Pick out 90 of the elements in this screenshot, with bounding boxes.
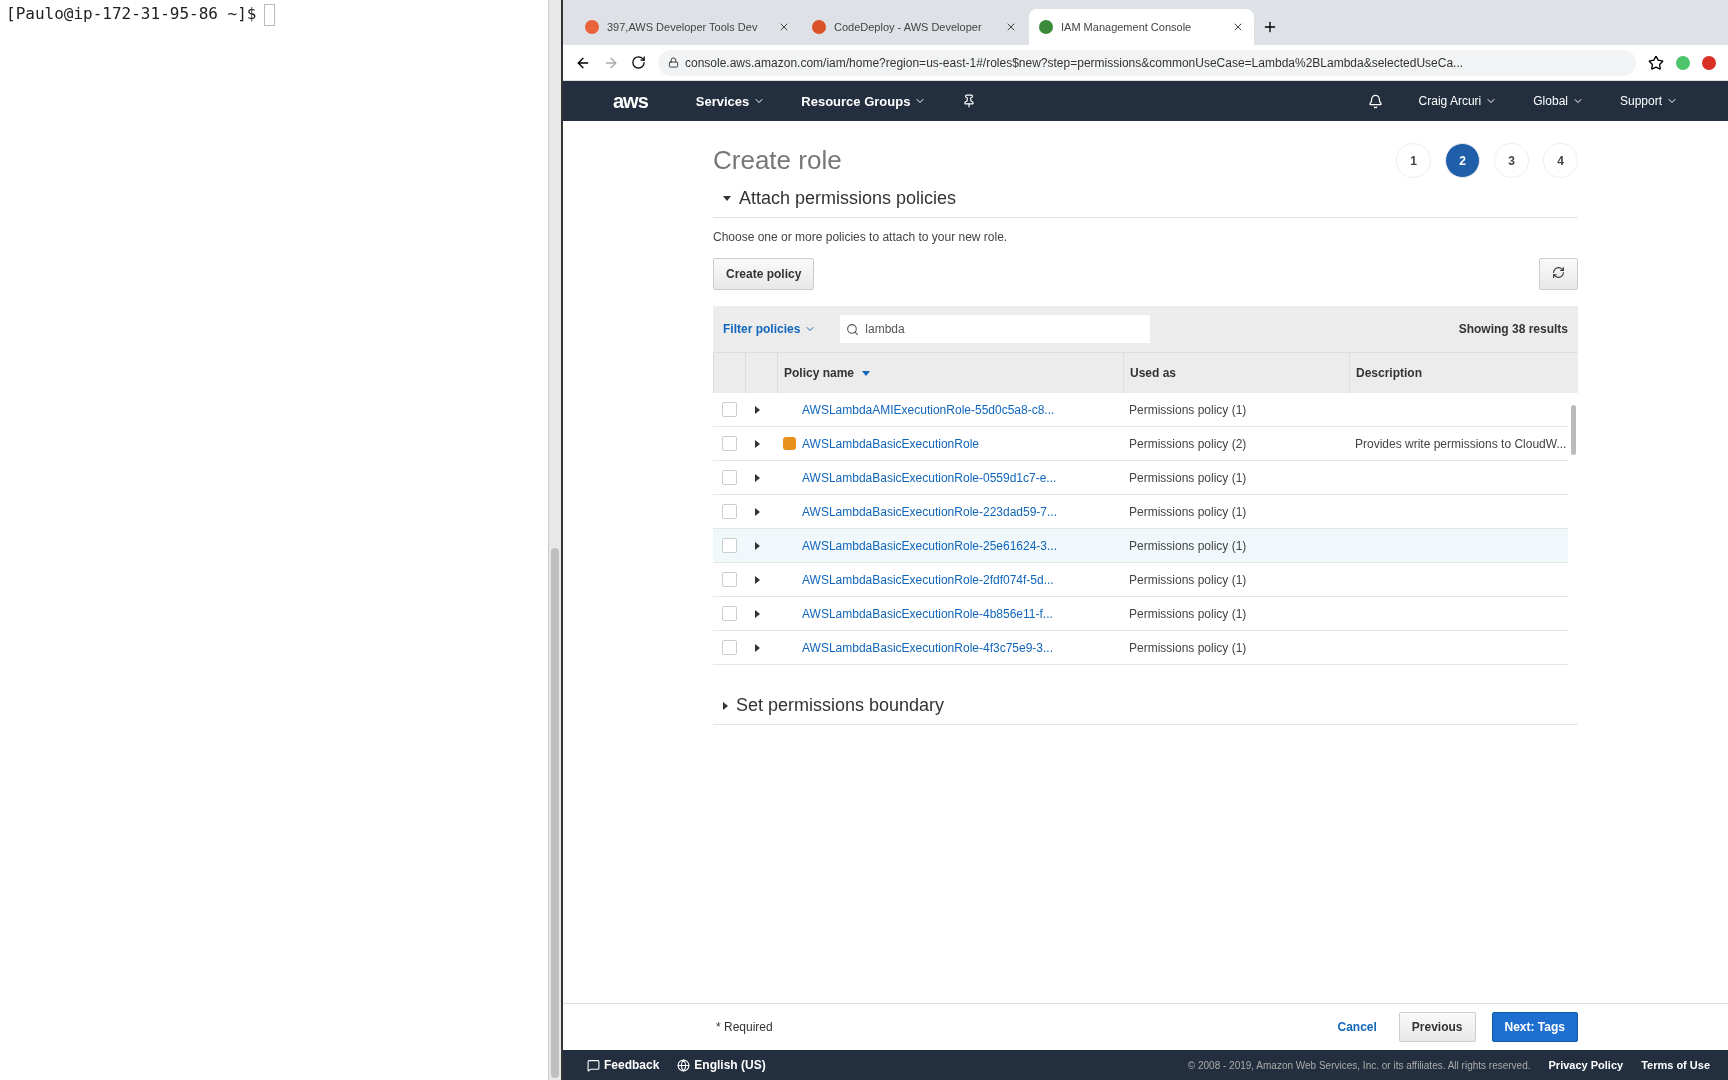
row-checkbox[interactable]: [722, 572, 737, 587]
expand-icon[interactable]: [755, 507, 760, 516]
logo[interactable]: aws: [613, 89, 648, 113]
row-checkbox[interactable]: [722, 402, 737, 417]
scrollbar[interactable]: [1570, 405, 1576, 455]
page-title: Create role: [713, 145, 842, 176]
footer-link[interactable]: Privacy Policy: [1548, 1059, 1624, 1071]
row-checkbox[interactable]: [722, 538, 737, 553]
expand-icon[interactable]: [755, 473, 760, 482]
step-indicator: 2: [1445, 143, 1480, 178]
expand-icon[interactable]: [755, 575, 760, 584]
expand-icon[interactable]: [755, 609, 760, 618]
nav-menu[interactable]: Resource Groups: [801, 93, 927, 109]
required-note: * Required: [716, 1020, 773, 1034]
row-checkbox[interactable]: [722, 470, 737, 485]
expand-icon[interactable]: [755, 643, 760, 652]
site-icon: [812, 20, 826, 34]
lock-icon: [668, 57, 679, 68]
next-button[interactable]: Next: Tags: [1491, 1012, 1578, 1042]
row-checkbox[interactable]: [722, 504, 737, 519]
table-cell-text: Permissions policy (1): [1128, 538, 1248, 553]
site-icon: [1039, 20, 1053, 34]
globe-icon: [677, 1058, 691, 1072]
chat-icon: [587, 1058, 600, 1072]
browser-tab[interactable]: 397,AWS Developer Tools Dev: [575, 9, 800, 45]
policy-link[interactable]: AWSLambdaBasicExecutionRole-4b856e11-f...: [802, 606, 1053, 621]
table-cell-text: Permissions policy (1): [1128, 606, 1248, 621]
policy-link[interactable]: AWSLambdaBasicExecutionRole: [802, 436, 979, 451]
scrollbar[interactable]: [548, 0, 561, 1080]
caret-icon: [723, 196, 731, 201]
row-checkbox[interactable]: [722, 606, 737, 621]
close-icon[interactable]: [1232, 21, 1244, 33]
table-row[interactable]: AWSLambdaBasicExecutionRole-25e61624-3... Permissions policy (1): [713, 529, 1568, 563]
table-cell-text: Permissions policy (1): [1128, 640, 1248, 655]
close-icon[interactable]: [1005, 21, 1017, 33]
search-icon: [846, 322, 860, 336]
results-count: Showing 38 results: [1458, 322, 1568, 336]
star-icon[interactable]: [1648, 54, 1664, 71]
policy-link[interactable]: AWSLambdaBasicExecutionRole-223dad59-7...: [802, 504, 1058, 519]
nav-menu[interactable]: Global: [1533, 94, 1584, 108]
step-indicator: 1: [1396, 143, 1431, 178]
reload-icon[interactable]: [631, 55, 646, 70]
filter-dropdown[interactable]: Filter policies: [723, 322, 817, 336]
table-cell-text: Permissions policy (1): [1128, 402, 1248, 417]
copyright-text: © 2008 - 2019, Amazon Web Services, Inc. or its affiliates. All rights reserved.: [1187, 1059, 1531, 1071]
browser-tab[interactable]: CodeDeploy - AWS Developer: [802, 9, 1027, 45]
section-description: Choose one or more policies to attach to your new role.: [713, 230, 1009, 244]
close-icon[interactable]: [778, 21, 790, 33]
terminal-prompt: [Paulo@ip-172-31-95-86 ~]$: [6, 4, 257, 23]
nav-menu[interactable]: Craig Arcuri: [1418, 94, 1498, 108]
search-field[interactable]: lambda: [840, 315, 1151, 343]
sort-icon: [862, 370, 871, 376]
footer-link[interactable]: Terms of Use: [1641, 1059, 1710, 1071]
expand-icon[interactable]: [755, 541, 760, 550]
step-indicator: 3: [1494, 143, 1529, 178]
policy-link[interactable]: AWSLambdaBasicExecutionRole-4f3c75e9-3...: [802, 640, 1054, 655]
policy-link[interactable]: AWSLambdaBasicExecutionRole-25e61624-3...: [802, 538, 1058, 553]
policy-link[interactable]: AWSLambdaBasicExecutionRole-0559d1c7-e...: [802, 470, 1057, 485]
feedback-link[interactable]: Feedback: [587, 1058, 660, 1072]
table-cell-text: Permissions policy (2): [1128, 436, 1248, 451]
expand-icon[interactable]: [755, 405, 760, 414]
table-cell-text: Permissions policy (1): [1128, 572, 1248, 587]
table-cell-text: Permissions policy (1): [1128, 504, 1248, 519]
caret-icon: [723, 701, 728, 710]
refresh-icon: [1552, 266, 1565, 279]
policy-link[interactable]: AWSLambdaBasicExecutionRole-2fdf074f-5d...: [802, 572, 1054, 587]
row-checkbox[interactable]: [722, 640, 737, 655]
bell-icon[interactable]: [1367, 93, 1383, 109]
cancel-link[interactable]: Cancel: [1331, 1019, 1383, 1035]
site-icon: [585, 20, 599, 34]
cursor: [264, 4, 276, 26]
table-cell-text: Provides write permissions to CloudW...: [1354, 436, 1568, 451]
previous-button[interactable]: Previous: [1398, 1012, 1476, 1042]
section-header[interactable]: Attach permissions policies: [713, 178, 1578, 218]
expand-icon[interactable]: [755, 439, 760, 448]
pin-icon[interactable]: [962, 94, 977, 108]
address-bar[interactable]: console.aws.amazon.com/iam/home?region=us-east-1#/roles$new?step=permissions&commonUseCase=Lambda%2BLambda&selectedUseCa...: [658, 49, 1636, 76]
section-header[interactable]: Set permissions boundary: [713, 685, 1578, 725]
refresh-button[interactable]: [1539, 258, 1578, 290]
step-indicator: 4: [1543, 143, 1578, 178]
new-tab-icon[interactable]: [1262, 19, 1278, 35]
table-cell-text: Permissions policy (1): [1128, 470, 1248, 485]
browser-tab[interactable]: IAM Management Console: [1029, 9, 1254, 45]
profile-icon[interactable]: [1702, 55, 1716, 70]
nav-menu[interactable]: Services: [695, 93, 766, 109]
create-policy-button[interactable]: Create policy: [713, 258, 815, 290]
nav-menu[interactable]: Support: [1619, 94, 1678, 108]
language-selector[interactable]: English (US): [677, 1058, 766, 1072]
policy-link[interactable]: AWSLambdaAMIExecutionRole-55d0c5a8-c8...: [802, 402, 1055, 417]
row-checkbox[interactable]: [722, 436, 737, 451]
